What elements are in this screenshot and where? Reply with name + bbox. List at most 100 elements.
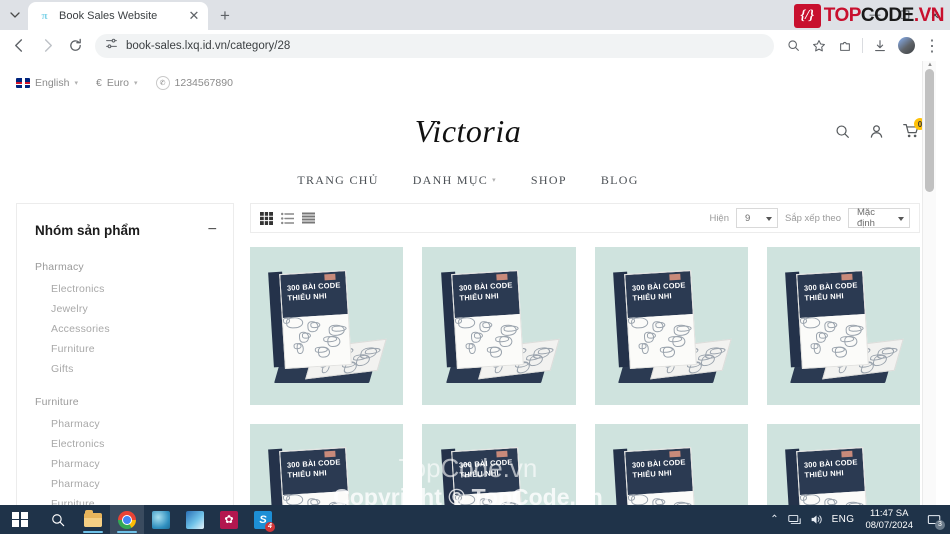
bookmark-star-icon[interactable] [807, 34, 831, 58]
compact-list-icon[interactable] [302, 212, 315, 225]
per-page-select[interactable]: 9 [736, 208, 778, 228]
language-selector[interactable]: English ▾ [16, 77, 78, 89]
category-child[interactable]: Pharmacy [35, 474, 217, 494]
scroll-up-arrow-icon[interactable]: ▲ [923, 61, 937, 69]
language-indicator[interactable]: ENG [832, 514, 855, 525]
book-tab-accent [324, 274, 336, 281]
nav-item-blog[interactable]: BLOG [601, 173, 639, 188]
account-icon[interactable] [869, 124, 884, 139]
currency-label: Euro [106, 77, 129, 89]
start-button[interactable] [0, 505, 40, 534]
category-child[interactable]: Electronics [35, 434, 217, 454]
language-label: English [35, 77, 70, 89]
book-cover-illustration [627, 313, 696, 369]
book-cover-title: 300 BÀI CODE THIẾU NHI [797, 448, 866, 495]
taskbar-map-app[interactable] [178, 505, 212, 534]
taskbar-earth-app[interactable] [144, 505, 178, 534]
sidebar-header[interactable]: Nhóm sản phẩm − [35, 222, 217, 238]
product-image[interactable]: 300 BÀI CODE THIẾU NHI [422, 247, 576, 405]
book-cover-illustration [455, 490, 524, 505]
category-child[interactable]: Furniture [35, 494, 217, 505]
taskbar-settings-app[interactable] [212, 505, 246, 534]
cart-icon[interactable]: 0 [903, 118, 926, 139]
tray-chevron-up-icon[interactable]: ⌃ [770, 514, 778, 525]
collapse-minus-icon[interactable]: − [208, 222, 217, 238]
close-icon[interactable]: ✕ [186, 8, 202, 24]
page-scrollbar[interactable]: ▲ [922, 61, 936, 505]
taskbar-google-chrome[interactable] [110, 505, 144, 534]
phone-contact[interactable]: ✆ 1234567890 [155, 76, 233, 90]
taskbar-search-icon[interactable] [40, 505, 76, 534]
book-title-line2: THIẾU NHI [459, 468, 500, 480]
tab-search-button[interactable] [2, 2, 28, 28]
book-title-line2: THIẾU NHI [459, 291, 500, 303]
category-parent[interactable]: Pharmacy [35, 256, 217, 279]
product-card[interactable]: 300 BÀI CODE THIẾU NHI [766, 424, 920, 505]
nav-item-categories[interactable]: DANH MỤC ▾ [413, 173, 497, 188]
category-child[interactable]: Gifts [35, 359, 217, 379]
category-child[interactable]: Pharmacy [35, 454, 217, 474]
product-image[interactable]: 300 BÀI CODE THIẾU NHI [766, 247, 920, 405]
address-bar[interactable]: book-sales.lxq.id.vn/category/28 [95, 33, 774, 58]
product-image[interactable]: 300 BÀI CODE THIẾU NHI [766, 424, 920, 505]
category-child[interactable]: Accessories [35, 319, 217, 339]
product-card[interactable]: 300 BÀI CODE THIẾU NHI [422, 247, 576, 405]
zoom-icon[interactable] [781, 34, 805, 58]
product-grid: 300 BÀI CODE THIẾU NHI 300 BÀI CODE THIẾU N… [250, 247, 920, 505]
product-image[interactable]: 300 BÀI CODE THIẾU NHI [594, 424, 748, 505]
product-image[interactable]: 300 BÀI CODE THIẾU NHI [250, 424, 404, 505]
site-logo[interactable]: Victoria [415, 113, 522, 150]
product-card[interactable]: 300 BÀI CODE THIẾU NHI [594, 247, 748, 405]
taskbar-skype-app[interactable]: S4 [246, 505, 280, 534]
taskbar-clock[interactable]: 11:47 SA 08/07/2024 [863, 508, 915, 532]
product-card[interactable]: 300 BÀI CODE THIẾU NHI [250, 424, 404, 505]
main-navigation: TRANG CHỦ DANH MỤC ▾ SHOP BLOG [0, 157, 936, 203]
profile-avatar[interactable] [894, 34, 918, 58]
category-child[interactable]: Jewelry [35, 299, 217, 319]
notifications-icon[interactable]: 3 [924, 510, 945, 530]
book-standing: 300 BÀI CODE THIẾU NHI [279, 447, 353, 505]
category-group: Pharmacy Electronics Jewelry Accessories… [35, 256, 217, 379]
browser-menu-icon[interactable]: ⋮ [920, 34, 944, 58]
search-icon[interactable] [835, 124, 850, 139]
category-parent[interactable]: Furniture [35, 391, 217, 414]
back-icon[interactable] [6, 33, 32, 59]
grid-view-icon[interactable] [260, 211, 273, 225]
book-cover-illustration [455, 313, 524, 369]
topcode-watermark-logo: {/} TOPCODE.VN [793, 4, 945, 28]
product-card[interactable]: 300 BÀI CODE THIẾU NHI [250, 247, 404, 405]
list-view-icon[interactable] [281, 212, 295, 225]
category-child[interactable]: Furniture [35, 339, 217, 359]
volume-icon[interactable] [810, 513, 823, 526]
extensions-icon[interactable] [833, 34, 857, 58]
product-image[interactable]: 300 BÀI CODE THIẾU NHI [422, 424, 576, 505]
currency-selector[interactable]: € Euro ▾ [96, 77, 138, 89]
scrollbar-thumb[interactable] [925, 69, 934, 192]
browser-tab[interactable]: π Book Sales Website ✕ [28, 2, 208, 30]
book-tab-accent [324, 451, 336, 458]
book-standing: 300 BÀI CODE THIẾU NHI [451, 270, 525, 370]
book-cover-title: 300 BÀI CODE THIẾU NHI [452, 271, 521, 318]
sort-select[interactable]: Mặc định [848, 207, 910, 229]
network-icon[interactable] [787, 513, 801, 526]
download-icon[interactable] [868, 34, 892, 58]
product-card[interactable]: 300 BÀI CODE THIẾU NHI [766, 247, 920, 405]
book-title-line2: THIẾU NHI [804, 291, 844, 303]
url-text: book-sales.lxq.id.vn/category/28 [126, 39, 291, 52]
nav-item-home[interactable]: TRANG CHỦ [297, 173, 378, 188]
chevron-down-icon: ▾ [134, 80, 138, 87]
category-child[interactable]: Pharmacy [35, 414, 217, 434]
product-image[interactable]: 300 BÀI CODE THIẾU NHI [250, 247, 404, 405]
product-image[interactable]: 300 BÀI CODE THIẾU NHI [594, 247, 748, 405]
windows-logo-icon [12, 511, 28, 528]
reload-icon[interactable] [62, 33, 88, 59]
site-topbar: English ▾ € Euro ▾ ✆ 1234567890 [0, 61, 936, 105]
taskbar-file-explorer[interactable] [76, 505, 110, 534]
new-tab-button[interactable]: + [212, 3, 238, 29]
gear-icon [220, 510, 238, 529]
category-child[interactable]: Electronics [35, 279, 217, 299]
product-card[interactable]: 300 BÀI CODE THIẾU NHI [422, 424, 576, 505]
site-settings-icon[interactable] [105, 37, 118, 55]
nav-item-shop[interactable]: SHOP [531, 173, 567, 188]
product-card[interactable]: 300 BÀI CODE THIẾU NHI [594, 424, 748, 505]
